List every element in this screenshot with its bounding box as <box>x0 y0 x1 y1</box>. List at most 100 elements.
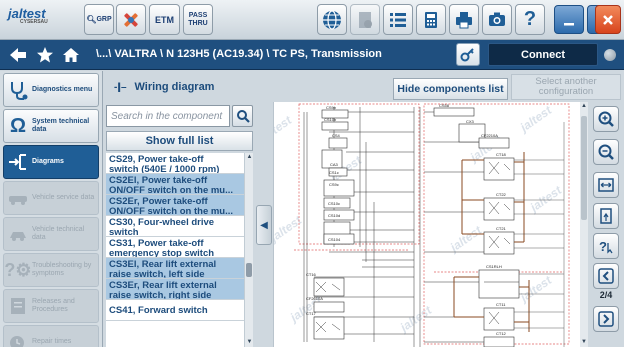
component-list-item[interactable]: CS2Er, Power take-off ON/OFF switch on th… <box>106 195 244 216</box>
jaltest-logo: jaltest CYSERSAU <box>8 6 68 34</box>
component-label: CS9c <box>329 182 339 187</box>
scroll-up-icon[interactable]: ▲ <box>580 102 588 111</box>
component-label: CT12 <box>496 331 507 336</box>
sidebar-item-troubleshooting[interactable]: ?⚙ Troubleshooting by symptoms <box>3 253 99 287</box>
etm-button[interactable]: ETM <box>149 4 180 35</box>
watermark-text: jaltest <box>446 223 485 256</box>
component-label: CT11 <box>496 302 506 307</box>
sidebar-item-releases-procedures[interactable]: Releases and Procedures <box>3 289 99 323</box>
chevron-left-icon <box>598 268 614 284</box>
collapse-panel-toggle[interactable]: ◀ <box>256 205 272 245</box>
component-label: CS10d <box>328 213 340 218</box>
next-page-button[interactable] <box>593 306 619 332</box>
close-button[interactable] <box>595 5 621 34</box>
watermark-text: jaltest <box>526 183 565 216</box>
show-full-list-button[interactable]: Show full list <box>106 131 253 151</box>
sidebar-item-diagnostics-menu[interactable]: Diagnostics menu <box>3 73 99 107</box>
component-label: CS104 <box>328 237 341 242</box>
scrollbar-thumb[interactable] <box>581 116 587 220</box>
minimize-icon <box>564 22 574 25</box>
zoom-in-button[interactable] <box>593 106 619 132</box>
sidebar-item-vehicle-service-data[interactable]: Vehicle service data <box>3 181 99 215</box>
component-label: CS1c <box>329 170 339 175</box>
print-button[interactable] <box>449 4 479 35</box>
component-description: ON/OFF switch on the mu... <box>109 185 234 195</box>
component-description: ON/OFF switch on the mu... <box>109 206 234 216</box>
ohm-icon: Ω <box>9 114 27 137</box>
scroll-down-icon[interactable]: ▼ <box>580 338 588 347</box>
zoom-in-icon <box>598 111 614 127</box>
back-arrow-icon[interactable] <box>8 46 28 68</box>
component-list-item[interactable]: CS41, Forward switch <box>106 300 244 321</box>
pass-thru-button[interactable]: PASS THRU <box>183 4 213 35</box>
top-toolbar: jaltest CYSERSAU 🔍︎ GRP ETM PASS THRU ? <box>0 0 624 40</box>
sidebar-item-label: Repair times <box>32 338 72 345</box>
diagram-arrow-icon <box>4 148 32 176</box>
component-label: CX3 <box>466 119 475 124</box>
component-search-input[interactable] <box>106 105 230 127</box>
search-button[interactable] <box>232 105 253 127</box>
component-label: CT22 <box>496 192 507 197</box>
sidebar-item-vehicle-technical-data[interactable]: Vehicle technical data <box>3 217 99 251</box>
favorites-star-icon[interactable] <box>36 46 54 68</box>
scroll-down-icon[interactable]: ▼ <box>245 338 254 347</box>
component-name: CS41, Forward switch <box>109 305 208 316</box>
list-button[interactable] <box>383 4 413 35</box>
component-label: CT16 <box>306 272 317 277</box>
diagram-scrollbar[interactable]: ▲ ▼ <box>580 102 588 347</box>
component-list-item[interactable]: CS29, Power take-off switch (540E / 1000 … <box>106 153 244 174</box>
sidebar-item-label: System technical data <box>32 118 90 133</box>
connect-button[interactable]: Connect <box>488 43 598 66</box>
key-connection-button[interactable] <box>456 43 480 66</box>
close-icon <box>603 14 613 25</box>
calculator-button[interactable] <box>416 4 446 35</box>
right-wires-group <box>514 122 565 347</box>
component-list-item[interactable]: CS3El, Rear lift external raise switch, l… <box>106 258 244 279</box>
pass-label: PASS <box>188 11 208 19</box>
troubleshooting-icon: ?⚙ <box>4 259 32 280</box>
component-panel: -||– Wiring diagram Show full list CS29,… <box>106 73 253 347</box>
sidebar-item-repair-times[interactable]: Repair times <box>3 325 99 347</box>
component-description: raise switch, left side <box>109 269 205 279</box>
component-list-item[interactable]: CS30, Four-wheel drive switch <box>106 216 244 237</box>
component-description: switch (540E / 1000 rpm) <box>109 164 220 174</box>
component-list-scrollbar[interactable]: ▲ ▼ <box>244 153 253 347</box>
watermark-text: jaltest <box>396 303 435 336</box>
grp-button[interactable]: 🔍︎ GRP <box>84 4 114 35</box>
help-pointer-button[interactable]: ? <box>593 233 619 259</box>
previous-page-button[interactable] <box>593 263 619 289</box>
sidebar-item-system-technical-data[interactable]: Ω System technical data <box>3 109 99 143</box>
component-description: raise switch, right side <box>109 290 212 300</box>
component-label: CT18 <box>496 152 507 157</box>
component-label: CF2210A <box>481 133 498 138</box>
question-mark-icon: ? <box>523 8 537 30</box>
component-list-item[interactable]: CS2El, Power take-off ON/OFF switch on th… <box>106 174 244 195</box>
component-list-item[interactable]: CS3Er, Rear lift external raise switch, r… <box>106 279 244 300</box>
globe-icon <box>323 9 341 30</box>
minimize-button[interactable] <box>554 5 584 34</box>
zoom-out-button[interactable] <box>593 139 619 165</box>
sidebar-item-diagrams[interactable]: Diagrams <box>3 145 99 179</box>
wiring-diagram-title-text: Wiring diagram <box>134 81 215 93</box>
scrollbar-thumb[interactable] <box>246 263 252 277</box>
tools-button[interactable] <box>116 4 146 35</box>
wiring-diagram-canvas[interactable]: jaltest jaltest jaltest jaltest jaltest … <box>273 102 588 347</box>
watermark-text: jaltest <box>274 213 305 246</box>
select-another-configuration-button[interactable]: Select another configuration <box>511 74 621 100</box>
scroll-up-icon[interactable]: ▲ <box>245 153 254 162</box>
sidebar-item-label: Troubleshooting by symptoms <box>32 262 92 277</box>
web-button[interactable] <box>317 4 347 35</box>
fit-width-button[interactable] <box>593 172 619 198</box>
sidebar-item-label: Releases and Procedures <box>32 298 75 313</box>
calculator-icon <box>425 11 437 28</box>
camera-button[interactable] <box>482 4 512 35</box>
stethoscope-icon <box>4 76 32 104</box>
select-config-line-2: configuration <box>538 86 594 97</box>
document-button[interactable] <box>350 4 380 35</box>
hide-components-list-button[interactable]: Hide components list <box>393 78 508 100</box>
page-view-button[interactable] <box>593 203 619 229</box>
list-icon <box>390 12 406 27</box>
help-button[interactable]: ? <box>515 4 545 35</box>
home-icon[interactable] <box>62 46 80 68</box>
component-list-item[interactable]: CS31, Power take-off emergency stop switc… <box>106 237 244 258</box>
